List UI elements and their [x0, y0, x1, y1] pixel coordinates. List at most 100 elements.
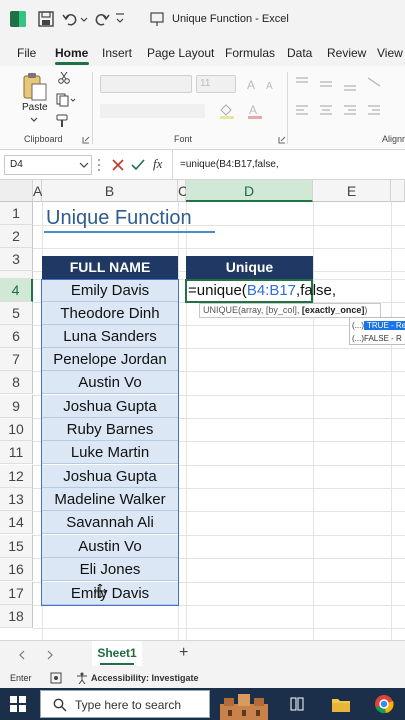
tab-home[interactable]: Home — [55, 46, 88, 60]
unique-header[interactable]: Unique — [186, 256, 313, 279]
ribbon-divider — [92, 72, 93, 144]
tab-view[interactable]: View — [377, 46, 403, 60]
title-bar: Unique Function - Excel — [0, 0, 405, 40]
column-header-f[interactable] — [391, 180, 405, 202]
clipboard-launcher-icon[interactable] — [82, 136, 90, 144]
row-header[interactable]: 7 — [0, 348, 33, 371]
row-header[interactable]: 12 — [0, 465, 33, 488]
tooltip-signature: UNIQUE(array, [by_col], — [203, 305, 302, 315]
sheet-title: Unique Function — [46, 207, 192, 229]
row-header-gap — [0, 271, 33, 279]
tab-formulas[interactable]: Formulas — [225, 46, 275, 60]
column-header-e[interactable]: E — [313, 180, 391, 202]
status-bar: Enter Accessibility: Investigate — [0, 668, 405, 688]
alignment-buttons-icon[interactable] — [296, 74, 401, 132]
row-header[interactable]: 18 — [0, 605, 33, 628]
full-name-header[interactable]: FULL NAME — [42, 256, 178, 279]
row-header[interactable]: 13 — [0, 488, 33, 511]
range-highlight — [41, 279, 179, 606]
row-header[interactable]: 3 — [0, 248, 33, 271]
autocomplete-prefix: (...) — [352, 334, 364, 343]
cell-formula-edit[interactable]: =unique(B4:B17,false, — [188, 282, 336, 299]
grid-column-line — [391, 202, 392, 640]
undo-dropdown-icon[interactable] — [80, 11, 88, 27]
paste-dropdown-icon[interactable] — [30, 116, 38, 124]
function-tooltip[interactable]: UNIQUE(array, [by_col], [exactly_once]) — [199, 303, 381, 318]
autocomplete-label: TRUE - Re — [364, 321, 405, 330]
clipboard-group-label: Clipboard — [24, 134, 63, 144]
taskbar-search[interactable]: Type here to search — [40, 690, 210, 718]
window-title: Unique Function - Excel — [172, 13, 289, 25]
row-header[interactable]: 2 — [0, 225, 33, 248]
cancel-entry-icon[interactable] — [111, 158, 125, 172]
select-all-corner[interactable] — [0, 180, 33, 202]
scroll-right-icon[interactable] — [46, 650, 54, 660]
macro-record-icon[interactable] — [50, 672, 62, 684]
confirm-entry-icon[interactable] — [131, 158, 145, 172]
windows-start-icon[interactable] — [10, 696, 26, 712]
task-view-icon[interactable] — [290, 697, 304, 711]
font-size-box[interactable]: 11 — [196, 75, 236, 93]
autocomplete-item-false[interactable]: (...)FALSE - R — [350, 332, 405, 344]
autocomplete-prefix: (...) — [352, 321, 364, 330]
accessibility-status[interactable]: Accessibility: Investigate — [91, 673, 199, 683]
column-header-b[interactable]: B — [42, 180, 178, 202]
cut-icon[interactable] — [58, 72, 70, 84]
grid-row-line — [33, 248, 405, 249]
row-header[interactable]: 14 — [0, 511, 33, 534]
add-sheet-button[interactable]: + — [179, 644, 188, 662]
customize-toolbar-icon[interactable] — [114, 11, 126, 27]
font-name-box[interactable] — [100, 75, 192, 93]
row-header[interactable]: 1 — [0, 202, 33, 225]
row-header[interactable]: 11 — [0, 441, 33, 464]
row-header-active[interactable]: 4 — [0, 279, 33, 302]
active-tab-indicator — [55, 62, 89, 65]
file-explorer-icon[interactable] — [331, 695, 351, 713]
tab-review[interactable]: Review — [327, 46, 366, 60]
search-highlight-illustration-icon[interactable] — [216, 690, 272, 720]
name-box-dropdown-icon[interactable] — [79, 161, 89, 169]
excel-window: Unique Function - Excel File Home Insert… — [0, 0, 405, 720]
redo-icon[interactable] — [94, 11, 110, 27]
format-painter-icon[interactable] — [56, 114, 70, 128]
row-header[interactable]: 16 — [0, 558, 33, 581]
accessibility-icon[interactable] — [76, 672, 88, 684]
paste-label[interactable]: Paste — [22, 102, 48, 113]
row-header[interactable]: 15 — [0, 535, 33, 558]
increase-font-size-icon[interactable]: A — [247, 77, 261, 91]
decrease-font-size-icon[interactable]: A — [266, 77, 280, 91]
font-style-buttons[interactable] — [100, 104, 205, 118]
copy-icon[interactable] — [56, 93, 76, 107]
paste-icon[interactable] — [22, 72, 48, 102]
row-header[interactable]: 17 — [0, 582, 33, 605]
grid-row-line — [33, 628, 405, 629]
row-header[interactable]: 10 — [0, 418, 33, 441]
column-header-a[interactable]: A — [33, 180, 42, 202]
row-header[interactable]: 6 — [0, 325, 33, 348]
chrome-icon[interactable] — [374, 694, 394, 714]
row-header[interactable]: 9 — [0, 395, 33, 418]
scroll-left-icon[interactable] — [18, 650, 26, 660]
svg-text:A: A — [266, 81, 273, 91]
tab-file[interactable]: File — [17, 46, 36, 60]
row-header[interactable]: 8 — [0, 371, 33, 394]
undo-icon[interactable] — [62, 11, 78, 27]
search-icon — [53, 698, 67, 712]
sheet-title-underline — [44, 231, 215, 233]
save-icon[interactable] — [38, 11, 54, 27]
fill-color-icon[interactable] — [218, 102, 236, 120]
tab-page-layout[interactable]: Page Layout — [147, 46, 214, 60]
column-header-c[interactable]: C — [178, 180, 188, 202]
font-color-icon[interactable]: A — [246, 102, 264, 120]
sheet-tab-sheet1[interactable]: Sheet1 — [92, 641, 142, 666]
column-header-d[interactable]: D — [186, 180, 313, 202]
font-launcher-icon[interactable] — [278, 136, 286, 144]
tab-data[interactable]: Data — [287, 46, 312, 60]
autocomplete-item-true[interactable]: (...) TRUE - Re — [350, 319, 405, 332]
row-header[interactable]: 5 — [0, 302, 33, 325]
formula-input[interactable]: =unique(B4:B17,false, — [180, 159, 279, 170]
touch-mode-icon[interactable] — [150, 11, 164, 27]
insert-function-icon[interactable]: fx — [153, 156, 162, 172]
ribbon-divider — [287, 72, 288, 144]
tab-insert[interactable]: Insert — [102, 46, 132, 60]
